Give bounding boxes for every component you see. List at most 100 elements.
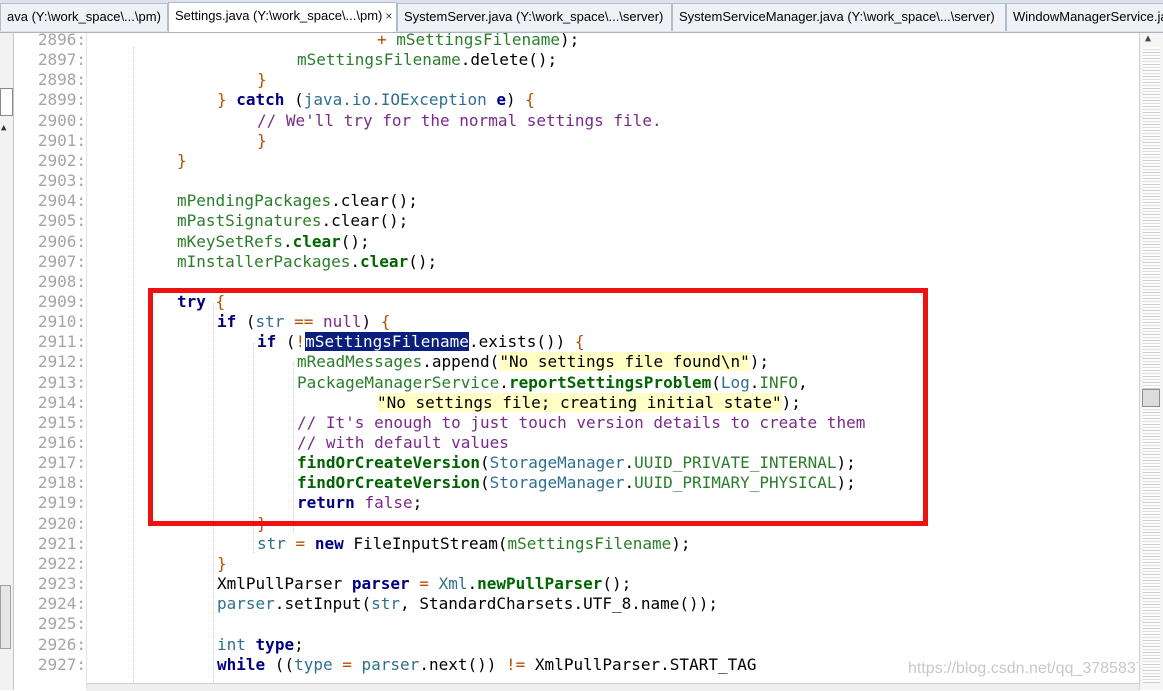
code-token: START_TAG — [669, 655, 757, 674]
tab-label: Settings.java (Y:\work_space\...\pm) — [175, 8, 383, 23]
indent-guide — [253, 343, 254, 553]
code-token: . — [624, 473, 635, 492]
code-token: UUID_PRIMARY_PHYSICAL — [634, 473, 837, 492]
line-number: 2898: — [37, 70, 86, 89]
code-token: (( — [265, 655, 295, 674]
line-number: 2917: — [37, 453, 86, 472]
code-token: ; — [412, 493, 423, 512]
code-line[interactable]: // with default values — [297, 433, 509, 453]
scrollbar-thumb[interactable] — [1142, 389, 1160, 407]
code-line[interactable]: } — [257, 70, 267, 90]
code-line[interactable]: PackageManagerService.reportSettingsProb… — [297, 373, 808, 393]
code-token: "No settings file found\n" — [499, 352, 750, 371]
tab-0[interactable]: ava (Y:\work_space\...\pm) — [0, 3, 168, 31]
tab-2[interactable]: SystemServer.java (Y:\work_space\...\ser… — [397, 3, 672, 31]
code-line[interactable]: mKeySetRefs.clear(); — [177, 232, 370, 252]
code-token: . — [749, 373, 760, 392]
code-token: XmlPullParser — [217, 574, 343, 593]
code-line[interactable]: while ((type = parser.next()) != XmlPull… — [217, 655, 757, 675]
code-line[interactable]: // We'll try for the normal settings fil… — [257, 111, 662, 131]
code-line[interactable]: mInstallerPackages.clear(); — [177, 252, 437, 272]
scroll-up-arrow-icon[interactable]: ▲ — [1145, 33, 1151, 44]
code-token: mReadMessages — [297, 352, 423, 371]
code-token: . — [660, 655, 670, 674]
code-line[interactable]: } — [217, 554, 227, 574]
code-token: mPastSignatures — [177, 211, 322, 230]
code-token: ); — [781, 393, 801, 412]
code-line[interactable]: return false; — [297, 493, 422, 513]
code-line[interactable]: mPendingPackages.clear(); — [177, 191, 418, 211]
code-line[interactable]: str = new FileInputStream(mSettingsFilen… — [257, 534, 691, 554]
code-token: ( — [276, 332, 296, 351]
tab-label: SystemServiceManager.java (Y:\work_space… — [679, 9, 995, 24]
code-token: StorageManager — [489, 473, 625, 492]
left-scrollbar-thumb[interactable] — [0, 585, 11, 649]
tab-1[interactable]: Settings.java (Y:\work_space\...\pm) × — [168, 2, 397, 32]
code-line[interactable]: "No settings file; creating initial stat… — [377, 393, 801, 413]
editor-tab-bar: ava (Y:\work_space\...\pm) Settings.java … — [0, 0, 1163, 33]
code-token: . — [624, 453, 635, 472]
line-number: 2897: — [37, 50, 86, 69]
code-line[interactable]: } — [257, 131, 267, 151]
code-token: . — [350, 252, 361, 271]
close-tab-icon[interactable]: × — [385, 9, 392, 23]
code-line[interactable]: try { — [177, 292, 225, 312]
code-token: (); — [408, 252, 438, 271]
code-token: mPendingPackages — [177, 191, 332, 210]
code-token: mInstallerPackages — [177, 252, 351, 271]
left-scroll-up-icon[interactable]: ▲ — [1, 123, 6, 133]
code-token: . — [631, 594, 641, 613]
line-number: 2909: — [37, 292, 86, 311]
code-token: (); — [602, 574, 632, 593]
code-token: (); — [388, 191, 418, 210]
code-line[interactable]: mPastSignatures.clear(); — [177, 211, 408, 231]
code-line[interactable]: } catch (java.io.IOException e) { — [217, 90, 535, 110]
left-panel-input[interactable] — [0, 88, 13, 116]
code-token: = — [332, 655, 362, 674]
code-token: , — [400, 594, 420, 613]
code-token: Log — [720, 373, 750, 392]
code-token: mSettingsFilename — [396, 33, 561, 49]
code-line[interactable]: findOrCreateVersion(StorageManager.UUID_… — [297, 453, 856, 473]
tab-label: WindowManagerService.ja — [1013, 9, 1163, 24]
code-line[interactable]: if (!mSettingsFilename.exists()) { — [257, 332, 585, 352]
code-token: // It's enough to just touch version det… — [297, 413, 866, 432]
code-line[interactable]: mReadMessages.append("No settings file f… — [297, 352, 769, 372]
code-token: } — [177, 151, 187, 170]
line-number: 2924: — [37, 594, 86, 613]
code-line[interactable]: parser.setInput(str, StandardCharsets.UT… — [217, 594, 718, 614]
code-line[interactable]: if (str == null) { — [217, 312, 390, 332]
tab-4[interactable]: WindowManagerService.ja — [1006, 3, 1163, 31]
code-line[interactable]: XmlPullParser parser = Xml.newPullParser… — [217, 574, 631, 594]
code-token: new — [314, 534, 344, 553]
code-line[interactable]: int type; — [217, 635, 304, 655]
code-line[interactable]: findOrCreateVersion(StorageManager.UUID_… — [297, 473, 856, 493]
code-token: + — [377, 33, 397, 49]
code-token: ( — [236, 312, 256, 331]
line-number: 2914: — [37, 393, 86, 412]
overview-ruler[interactable] — [1143, 47, 1160, 683]
code-line[interactable]: + mSettingsFilename); — [377, 33, 579, 50]
code-token: FileInputStream — [353, 534, 498, 553]
code-token: while — [217, 655, 266, 674]
code-editor[interactable]: + mSettingsFilename); mSettingsFilename.d… — [87, 33, 1139, 683]
code-token: Xml — [438, 574, 468, 593]
code-token: ; — [294, 635, 304, 654]
code-token: ()) — [536, 332, 575, 351]
code-line[interactable]: // It's enough to just touch version det… — [297, 413, 865, 433]
line-number: 2903: — [37, 171, 86, 190]
indent-guide — [213, 303, 214, 683]
vertical-scrollbar[interactable]: ▲ — [1139, 33, 1163, 690]
code-token: parser — [217, 594, 275, 613]
code-token: ); — [749, 352, 770, 371]
code-token: newPullParser — [477, 574, 603, 593]
code-line[interactable]: mSettingsFilename.delete(); — [297, 50, 557, 70]
code-token: } — [257, 514, 267, 533]
tab-3[interactable]: SystemServiceManager.java (Y:\work_space… — [672, 3, 1006, 31]
code-token: type — [255, 635, 295, 654]
line-number: 2918: — [37, 473, 86, 492]
code-token: . — [573, 594, 584, 613]
code-line[interactable]: } — [257, 514, 267, 534]
code-line[interactable]: } — [177, 151, 187, 171]
